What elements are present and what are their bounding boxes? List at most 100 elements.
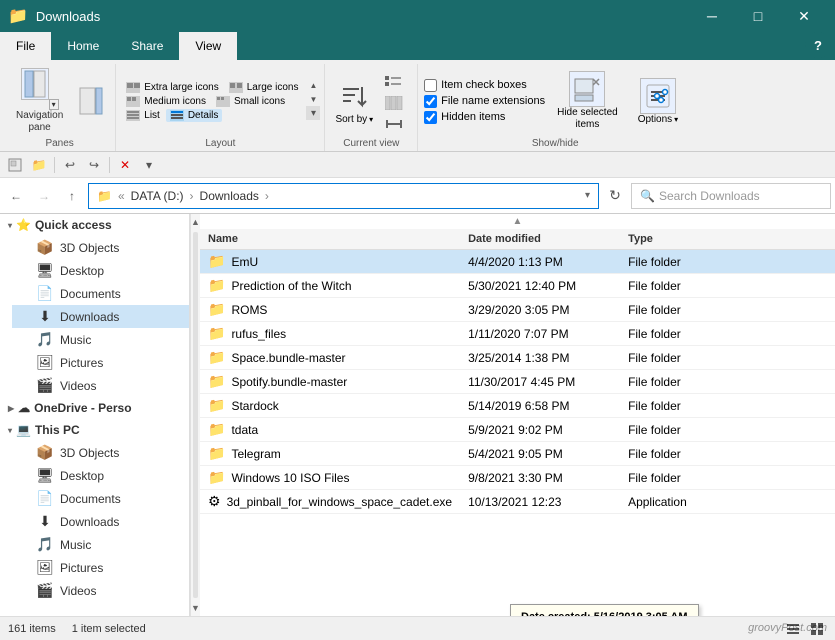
layout-expand-btn[interactable]: ▾ [306, 106, 320, 120]
path-part-downloads[interactable]: Downloads [200, 189, 259, 203]
redo-button[interactable]: ↪ [83, 154, 105, 176]
sort-icon [336, 78, 372, 114]
path-part-data[interactable]: DATA (D:) [131, 189, 184, 203]
properties-button[interactable] [4, 154, 26, 176]
file-date: 10/13/2021 12:23 [460, 490, 620, 514]
path-dropdown[interactable]: ▾ [585, 190, 590, 201]
layout-large[interactable]: Large icons [225, 81, 303, 94]
column-name[interactable]: Name [200, 229, 460, 250]
nav-scroll-down[interactable]: ▼ [191, 600, 200, 616]
file-ext-checkbox[interactable] [424, 95, 437, 108]
ribbon-group-panes: ▾ Navigationpane Panes [4, 64, 116, 151]
tab-view[interactable]: View [179, 32, 237, 60]
nav-scroll-up[interactable]: ▲ [191, 214, 200, 230]
hidden-items-toggle[interactable]: Hidden items [424, 111, 545, 124]
file-ext-toggle[interactable]: File name extensions [424, 95, 545, 108]
tab-file[interactable]: File [0, 32, 51, 60]
table-row[interactable]: 📁 tdata 5/9/2021 9:02 PM File folder [200, 418, 835, 442]
table-row[interactable]: ⚙ 3d_pinball_for_windows_space_cadet.exe… [200, 490, 835, 514]
onedrive-header[interactable]: ▶ ☁ OneDrive - Perso [0, 397, 189, 419]
file-list[interactable]: ▲ Name Date modified Type 📁 EmU 4/4/2020… [200, 214, 835, 616]
quick-access-icon: ⭐ [16, 218, 31, 232]
nav-item-desktop[interactable]: 🖥 Desktop [12, 259, 189, 282]
table-row[interactable]: 📁 Windows 10 ISO Files 9/8/2021 3:30 PM … [200, 466, 835, 490]
nav-item-3d-objects[interactable]: 📦 3D Objects [12, 236, 189, 259]
hidden-items-checkbox[interactable] [424, 111, 437, 124]
column-type[interactable]: Type [620, 229, 835, 250]
nav-item-desktop-pc[interactable]: 🖥 Desktop [12, 464, 189, 487]
watermark: groovyPost.com [748, 622, 827, 634]
ribbon-group-layout: Extra large icons Large icons Medium ico… [116, 64, 325, 151]
item-checkboxes-toggle[interactable]: Item check boxes [424, 79, 545, 92]
hide-selected-button[interactable]: Hide selecteditems [549, 67, 626, 135]
view-list-btn[interactable] [381, 73, 411, 91]
table-row[interactable]: 📁 Spotify.bundle-master 11/30/2017 4:45 … [200, 370, 835, 394]
table-row[interactable]: 📁 ROMS 3/29/2020 3:05 PM File folder [200, 298, 835, 322]
maximize-button[interactable]: □ [735, 0, 781, 32]
nav-item-videos-pc[interactable]: 🎬 Videos [12, 579, 189, 602]
tab-share[interactable]: Share [115, 32, 179, 60]
back-button[interactable]: ← [4, 184, 28, 208]
table-row[interactable]: 📁 rufus_files 1/11/2020 7:07 PM File fol… [200, 322, 835, 346]
nav-item-music[interactable]: 🎵 Music [12, 328, 189, 351]
layout-scroll-up[interactable]: ▲ [306, 78, 320, 92]
path-icon: 📁 [97, 189, 112, 203]
nav-item-downloads[interactable]: ⬇ Downloads [12, 305, 189, 328]
file-date: 9/8/2021 3:30 PM [460, 466, 620, 490]
file-name: ROMS [231, 303, 267, 317]
table-row[interactable]: 📁 EmU 4/4/2020 1:13 PM File folder [200, 250, 835, 274]
layout-details[interactable]: Details [166, 109, 223, 122]
table-row[interactable]: 📁 Stardock 5/14/2019 6:58 PM File folder [200, 394, 835, 418]
sort-indicator[interactable]: ▲ [200, 214, 835, 229]
table-row[interactable]: 📁 Prediction of the Witch 5/30/2021 12:4… [200, 274, 835, 298]
options-button[interactable]: Options ▾ [630, 74, 686, 129]
new-folder-button[interactable]: 📁 [28, 154, 50, 176]
toolbar-separator-1 [54, 157, 55, 173]
minimize-button[interactable]: ─ [689, 0, 735, 32]
nav-item-pictures-pc[interactable]: 🖼 Pictures [12, 556, 189, 579]
navigation-pane-button[interactable]: ▾ Navigationpane [10, 66, 69, 136]
close-button[interactable]: ✕ [781, 0, 827, 32]
nav-item-3d-pc[interactable]: 📦 3D Objects [12, 441, 189, 464]
up-button[interactable]: ↑ [60, 184, 84, 208]
nav-item-documents-pc[interactable]: 📄 Documents [12, 487, 189, 510]
nav-item-downloads-pc[interactable]: ⬇ Downloads [12, 510, 189, 533]
forward-button[interactable]: → [32, 184, 56, 208]
desktop-icon: 🖥 [36, 262, 54, 279]
nav-item-videos[interactable]: 🎬 Videos [12, 374, 189, 397]
columns-btn[interactable] [381, 94, 411, 112]
table-row[interactable]: 📁 Telegram 5/4/2021 9:05 PM File folder [200, 442, 835, 466]
hide-selected-icon [569, 71, 605, 107]
layout-extra-large[interactable]: Extra large icons [122, 81, 222, 94]
quick-access-header[interactable]: ▾ ⭐ Quick access [0, 214, 189, 236]
layout-list[interactable]: List [122, 109, 164, 122]
file-date: 5/4/2021 9:05 PM [460, 442, 620, 466]
quick-access-expand: ▾ [8, 221, 12, 230]
search-box[interactable]: 🔍 Search Downloads [631, 183, 831, 209]
size-all-btn[interactable] [381, 115, 411, 133]
help-button[interactable]: ? [805, 32, 831, 58]
layout-medium[interactable]: Medium icons [122, 95, 210, 108]
undo-button[interactable]: ↩ [59, 154, 81, 176]
file-name: 3d_pinball_for_windows_space_cadet.exe [227, 495, 453, 509]
main-content: ▾ ⭐ Quick access 📦 3D Objects 🖥 Desktop … [0, 214, 835, 616]
column-date[interactable]: Date modified [460, 229, 620, 250]
item-checkboxes-checkbox[interactable] [424, 79, 437, 92]
layout-small[interactable]: Small icons [212, 95, 289, 108]
nav-item-pictures[interactable]: 🖼 Pictures [12, 351, 189, 374]
tab-home[interactable]: Home [51, 32, 115, 60]
layout-scroll-down[interactable]: ▼ [306, 92, 320, 106]
delete-button[interactable]: ✕ [114, 154, 136, 176]
nav-item-music-pc[interactable]: 🎵 Music [12, 533, 189, 556]
preview-pane-button[interactable] [73, 78, 109, 124]
refresh-button[interactable]: ↻ [603, 184, 627, 208]
nav-item-documents[interactable]: 📄 Documents [12, 282, 189, 305]
expand-quick-access[interactable]: ▾ [138, 154, 160, 176]
file-date: 1/11/2020 7:07 PM [460, 322, 620, 346]
nav-scroll-thumb[interactable] [193, 232, 198, 598]
this-pc-icon: 💻 [16, 423, 31, 437]
this-pc-header[interactable]: ▾ 💻 This PC [0, 419, 189, 441]
table-row[interactable]: 📁 Space.bundle-master 3/25/2014 1:38 PM … [200, 346, 835, 370]
sort-by-button[interactable]: Sort by ▾ [331, 74, 377, 129]
address-path[interactable]: 📁 « DATA (D:) › Downloads › ▾ [88, 183, 599, 209]
